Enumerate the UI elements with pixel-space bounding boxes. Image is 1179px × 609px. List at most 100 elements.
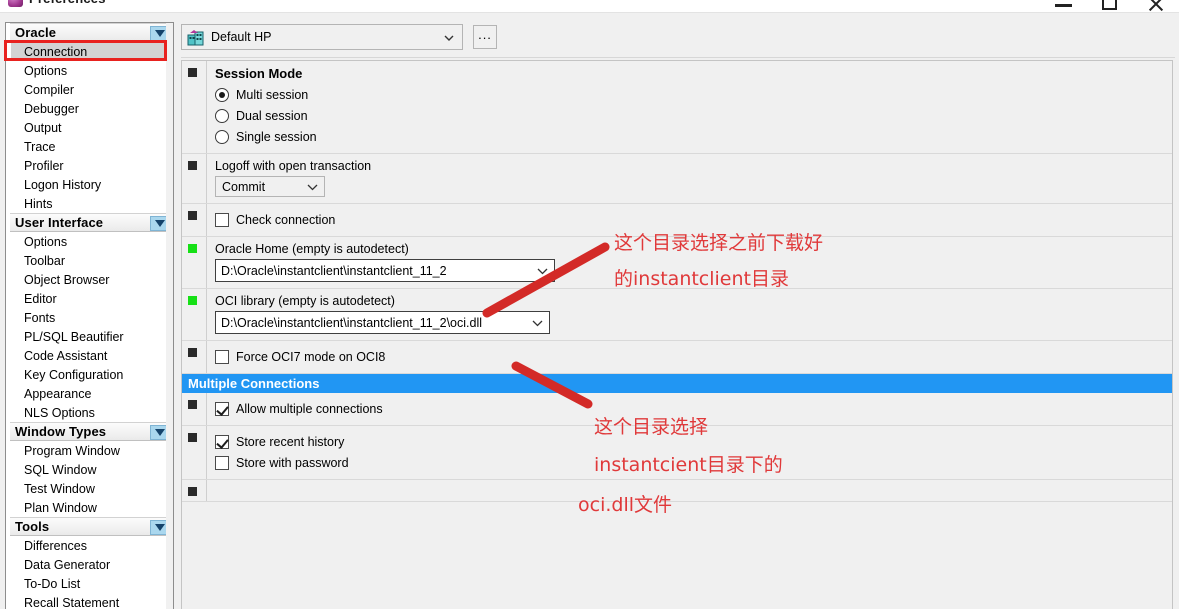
chevron-down-icon[interactable] bbox=[442, 31, 456, 45]
sidebar-item-label: Options bbox=[24, 63, 68, 78]
sidebar-item-object-browser[interactable]: Object Browser bbox=[10, 270, 172, 289]
sidebar-item-output[interactable]: Output bbox=[10, 118, 172, 137]
sidebar-item-trace[interactable]: Trace bbox=[10, 137, 172, 156]
checkbox-icon[interactable] bbox=[215, 212, 229, 227]
checkbox-store-with-password[interactable]: Store with password bbox=[215, 452, 1172, 473]
sidebar-item-fonts[interactable]: Fonts bbox=[10, 308, 172, 327]
modified-marker bbox=[188, 348, 197, 357]
radio-dual-session[interactable]: Dual session bbox=[215, 105, 1172, 126]
section-header-multiple-connections: Multiple Connections bbox=[182, 374, 1172, 393]
sidebar-item-connection[interactable]: Connection bbox=[11, 42, 171, 61]
option-label: Allow multiple connections bbox=[236, 401, 383, 416]
divider bbox=[181, 57, 1175, 58]
sidebar-item-compiler[interactable]: Compiler bbox=[10, 80, 172, 99]
preferences-category-tree[interactable]: Oracle Connection Options Compiler Debug… bbox=[5, 22, 173, 609]
close-button[interactable] bbox=[1133, 0, 1179, 13]
sidebar-item-differences[interactable]: Differences bbox=[10, 536, 172, 555]
radio-icon[interactable] bbox=[215, 108, 229, 123]
sidebar-item-logon-history[interactable]: Logon History bbox=[10, 175, 172, 194]
oci-library-input[interactable]: D:\Oracle\instantclient\instantclient_11… bbox=[215, 311, 550, 334]
preferences-window: Preferences Oracle Connection Options Co… bbox=[0, 0, 1179, 609]
radio-icon[interactable] bbox=[215, 129, 229, 144]
sidebar-item-recall-statement[interactable]: Recall Statement bbox=[10, 593, 172, 609]
checkbox-icon[interactable] bbox=[215, 434, 229, 449]
sidebar-item-label: Object Browser bbox=[24, 272, 110, 287]
divider bbox=[206, 237, 207, 288]
sidebar-item-plan-window[interactable]: Plan Window bbox=[10, 498, 172, 517]
divider bbox=[206, 61, 207, 153]
modified-marker bbox=[188, 211, 197, 220]
chevron-down-icon[interactable] bbox=[536, 265, 549, 278]
sidebar-item-data-generator[interactable]: Data Generator bbox=[10, 555, 172, 574]
sidebar-item-key-configuration[interactable]: Key Configuration bbox=[10, 365, 172, 384]
sidebar-scrollbar[interactable] bbox=[166, 22, 174, 609]
sidebar-item-ui-options[interactable]: Options bbox=[10, 232, 172, 251]
radio-single-session[interactable]: Single session bbox=[215, 126, 1172, 147]
sidebar-item-to-do-list[interactable]: To-Do List bbox=[10, 574, 172, 593]
divider bbox=[206, 426, 207, 479]
divider bbox=[206, 341, 207, 373]
sidebar-item-test-window[interactable]: Test Window bbox=[10, 479, 172, 498]
profile-more-button[interactable]: ... bbox=[473, 25, 497, 49]
settings-panel: Default HP ... Session Mode Multi sessio… bbox=[178, 22, 1175, 609]
sidebar-item-debugger[interactable]: Debugger bbox=[10, 99, 172, 118]
sidebar-group-tools[interactable]: Tools bbox=[10, 517, 172, 536]
chevron-down-icon[interactable] bbox=[306, 181, 319, 194]
maximize-button[interactable] bbox=[1087, 0, 1133, 13]
sidebar-item-sql-window[interactable]: SQL Window bbox=[10, 460, 172, 479]
checkbox-icon[interactable] bbox=[215, 401, 229, 416]
sidebar-item-label: Hints bbox=[24, 196, 53, 211]
logoff-select[interactable]: Commit bbox=[215, 176, 325, 197]
sidebar-item-label: Options bbox=[24, 234, 68, 249]
setting-allow-multiple-connections: Allow multiple connections bbox=[182, 393, 1172, 426]
sidebar-item-label: Editor bbox=[24, 291, 57, 306]
option-label: Store with password bbox=[236, 455, 349, 470]
sidebar-item-options[interactable]: Options bbox=[10, 61, 172, 80]
chevron-down-icon[interactable] bbox=[531, 317, 544, 330]
profile-select[interactable]: Default HP bbox=[181, 24, 463, 50]
sidebar-group-label: Oracle bbox=[15, 25, 57, 40]
modified-marker bbox=[188, 433, 197, 442]
logoff-value: Commit bbox=[222, 179, 266, 194]
sidebar-item-label: Toolbar bbox=[24, 253, 65, 268]
modified-marker bbox=[188, 400, 197, 409]
sidebar-group-window-types[interactable]: Window Types bbox=[10, 422, 172, 441]
settings-list: Session Mode Multi session Dual session … bbox=[181, 60, 1173, 609]
setting-store-recent-history: Store recent history Store with password bbox=[182, 426, 1172, 480]
sidebar-group-label: Tools bbox=[15, 519, 50, 534]
sidebar-item-appearance[interactable]: Appearance bbox=[10, 384, 172, 403]
sidebar-item-label: Connection bbox=[24, 44, 88, 59]
minimize-button[interactable] bbox=[1041, 0, 1087, 13]
sidebar-item-profiler[interactable]: Profiler bbox=[10, 156, 172, 175]
checkbox-icon[interactable] bbox=[215, 455, 229, 470]
sidebar-group-label: Window Types bbox=[15, 424, 107, 439]
checkbox-check-connection[interactable]: Check connection bbox=[215, 209, 1172, 230]
checkbox-force-oci7[interactable]: Force OCI7 mode on OCI8 bbox=[215, 346, 1172, 367]
sidebar-item-program-window[interactable]: Program Window bbox=[10, 441, 172, 460]
oracle-home-input[interactable]: D:\Oracle\instantclient\instantclient_11… bbox=[215, 259, 555, 282]
sidebar-item-toolbar[interactable]: Toolbar bbox=[10, 251, 172, 270]
radio-multi-session[interactable]: Multi session bbox=[215, 84, 1172, 105]
sidebar-group-oracle[interactable]: Oracle bbox=[10, 23, 172, 42]
setting-check-connection: Check connection bbox=[182, 204, 1172, 237]
divider bbox=[206, 480, 207, 501]
title-bar: Preferences bbox=[0, 0, 1179, 13]
sidebar-item-hints[interactable]: Hints bbox=[10, 194, 172, 213]
setting-oci-library: OCI library (empty is autodetect) D:\Ora… bbox=[182, 289, 1172, 341]
setting-oracle-home: Oracle Home (empty is autodetect) D:\Ora… bbox=[182, 237, 1172, 289]
checkbox-icon[interactable] bbox=[215, 349, 229, 364]
radio-icon[interactable] bbox=[215, 87, 229, 102]
sidebar-item-label: Plan Window bbox=[24, 500, 97, 515]
checkbox-allow-multiple-connections[interactable]: Allow multiple connections bbox=[215, 398, 1172, 419]
sidebar-item-editor[interactable]: Editor bbox=[10, 289, 172, 308]
sidebar-item-nls-options[interactable]: NLS Options bbox=[10, 403, 172, 422]
sidebar-item-label: Recall Statement bbox=[24, 595, 120, 609]
sidebar-group-user-interface[interactable]: User Interface bbox=[10, 213, 172, 232]
modified-marker bbox=[188, 161, 197, 170]
sidebar-item-plsql-beautifier[interactable]: PL/SQL Beautifier bbox=[10, 327, 172, 346]
checkbox-store-recent-history[interactable]: Store recent history bbox=[215, 431, 1172, 452]
sidebar-item-label: Differences bbox=[24, 538, 87, 553]
option-label: Check connection bbox=[236, 212, 336, 227]
sidebar-item-code-assistant[interactable]: Code Assistant bbox=[10, 346, 172, 365]
sidebar-item-label: Program Window bbox=[24, 443, 120, 458]
